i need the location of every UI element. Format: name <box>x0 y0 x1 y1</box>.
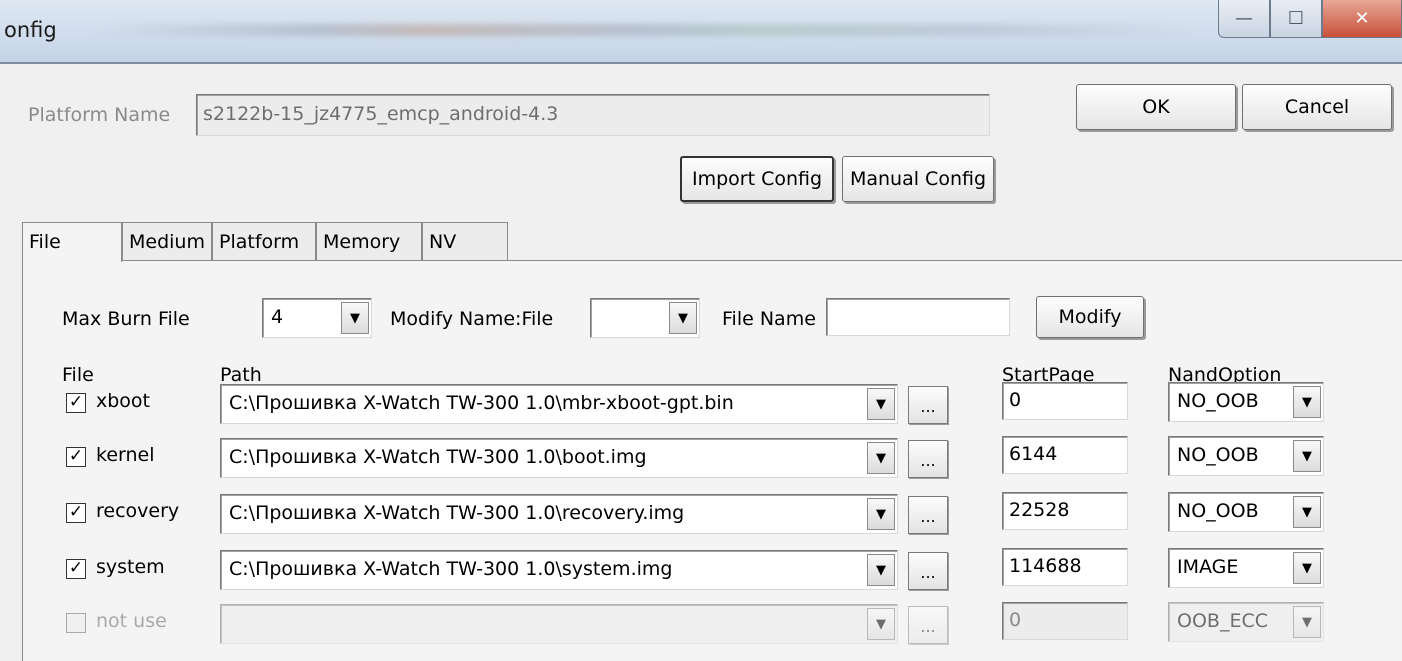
file-path-value: C:\Прошивка X-Watch TW-300 1.0\system.im… <box>229 558 673 580</box>
file-name-label: File Name <box>722 308 816 330</box>
chevron-down-icon[interactable]: ▼ <box>867 554 895 586</box>
file-path-value: C:\Прошивка X-Watch TW-300 1.0\boot.img <box>229 446 647 468</box>
chevron-down-icon[interactable]: ▼ <box>1293 606 1321 638</box>
file-name-input[interactable] <box>826 298 1010 336</box>
file-name: recovery <box>96 500 180 522</box>
minimize-icon: — <box>1235 8 1253 29</box>
chevron-down-icon[interactable]: ▼ <box>1293 386 1321 418</box>
file-enable-checkbox[interactable] <box>66 613 86 633</box>
checkmark-icon: ✓ <box>68 392 84 412</box>
browse-button[interactable]: ... <box>908 440 948 478</box>
ok-button[interactable]: OK <box>1076 84 1236 130</box>
file-enable-checkbox[interactable]: ✓ <box>66 393 86 413</box>
nand-option-value: NO_OOB <box>1177 444 1259 466</box>
chevron-down-icon[interactable]: ▼ <box>1293 440 1321 472</box>
tab-medium[interactable]: Medium <box>122 222 212 260</box>
import-config-button[interactable]: Import Config <box>680 156 834 202</box>
column-header-path: Path <box>220 364 262 386</box>
file-name: not use <box>96 610 167 632</box>
nand-option-select[interactable]: NO_OOB ▼ <box>1168 382 1324 422</box>
maximize-icon: ☐ <box>1287 8 1305 29</box>
cancel-button[interactable]: Cancel <box>1242 84 1392 130</box>
checkmark-icon: ✓ <box>68 446 84 466</box>
close-button[interactable]: ✕ <box>1322 0 1402 38</box>
browse-button[interactable]: ... <box>908 606 948 644</box>
modify-name-file-select[interactable]: ▼ <box>590 298 700 338</box>
chevron-down-icon[interactable]: ▼ <box>341 302 369 334</box>
max-burn-file-label: Max Burn File <box>62 308 190 330</box>
max-burn-file-value: 4 <box>271 306 284 328</box>
file-path-select[interactable]: C:\Прошивка X-Watch TW-300 1.0\boot.img … <box>220 438 898 478</box>
chevron-down-icon[interactable]: ▼ <box>1293 552 1321 584</box>
file-enable-checkbox[interactable]: ✓ <box>66 447 86 467</box>
nand-option-select[interactable]: IMAGE ▼ <box>1168 548 1324 588</box>
start-page-input[interactable]: 6144 <box>1002 436 1128 474</box>
nand-option-select[interactable]: OOB_ECC ▼ <box>1168 602 1324 642</box>
platform-name-label: Platform Name <box>28 104 171 126</box>
window-title: onfig <box>4 18 57 42</box>
file-name: xboot <box>96 390 151 412</box>
nand-option-value: IMAGE <box>1177 556 1239 578</box>
file-path-value: C:\Прошивка X-Watch TW-300 1.0\mbr-xboot… <box>229 392 734 414</box>
file-name: system <box>96 556 165 578</box>
file-path-select[interactable]: C:\Прошивка X-Watch TW-300 1.0\recovery.… <box>220 494 898 534</box>
start-page-input[interactable]: 22528 <box>1002 492 1128 530</box>
checkmark-icon: ✓ <box>68 558 84 578</box>
tab-platform[interactable]: Platform <box>212 222 316 260</box>
nand-option-select[interactable]: NO_OOB ▼ <box>1168 492 1324 532</box>
file-path-select[interactable]: ▼ <box>220 604 898 644</box>
file-name: kernel <box>96 444 155 466</box>
chevron-down-icon[interactable]: ▼ <box>867 388 895 420</box>
chevron-down-icon[interactable]: ▼ <box>867 442 895 474</box>
browse-button[interactable]: ... <box>908 552 948 590</box>
start-page-input[interactable]: 0 <box>1002 602 1128 640</box>
chevron-down-icon[interactable]: ▼ <box>1293 496 1321 528</box>
file-path-select[interactable]: C:\Прошивка X-Watch TW-300 1.0\mbr-xboot… <box>220 384 898 424</box>
file-path-value: C:\Прошивка X-Watch TW-300 1.0\recovery.… <box>229 502 685 524</box>
modify-button[interactable]: Modify <box>1036 296 1144 338</box>
close-icon: ✕ <box>1354 8 1370 29</box>
maximize-button[interactable]: ☐ <box>1270 0 1322 38</box>
manual-config-button[interactable]: Manual Config <box>842 156 994 202</box>
chevron-down-icon[interactable]: ▼ <box>867 608 895 640</box>
tab-nv[interactable]: NV <box>422 222 508 260</box>
max-burn-file-select[interactable]: 4 ▼ <box>262 298 372 338</box>
platform-name-field[interactable]: s2122b-15_jz4775_emcp_android-4.3 <box>196 94 990 136</box>
blurred-taskbar-strip <box>95 24 1195 36</box>
chevron-down-icon[interactable]: ▼ <box>867 498 895 530</box>
nand-option-value: NO_OOB <box>1177 390 1259 412</box>
file-path-select[interactable]: C:\Прошивка X-Watch TW-300 1.0\system.im… <box>220 550 898 590</box>
browse-button[interactable]: ... <box>908 496 948 534</box>
nand-option-value: NO_OOB <box>1177 500 1259 522</box>
tab-file[interactable]: File <box>22 222 122 262</box>
nand-option-select[interactable]: NO_OOB ▼ <box>1168 436 1324 476</box>
column-header-file: File <box>62 364 94 386</box>
checkmark-icon: ✓ <box>68 502 84 522</box>
file-enable-checkbox[interactable]: ✓ <box>66 559 86 579</box>
title-bar: onfig — ☐ ✕ <box>0 0 1402 64</box>
browse-button[interactable]: ... <box>908 386 948 424</box>
minimize-button[interactable]: — <box>1218 0 1270 38</box>
chevron-down-icon[interactable]: ▼ <box>669 302 697 334</box>
start-page-input[interactable]: 0 <box>1002 382 1128 420</box>
tab-memory[interactable]: Memory <box>316 222 422 260</box>
start-page-input[interactable]: 114688 <box>1002 548 1128 586</box>
file-enable-checkbox[interactable]: ✓ <box>66 503 86 523</box>
nand-option-value: OOB_ECC <box>1177 610 1268 632</box>
modify-name-file-label: Modify Name:File <box>390 308 554 330</box>
